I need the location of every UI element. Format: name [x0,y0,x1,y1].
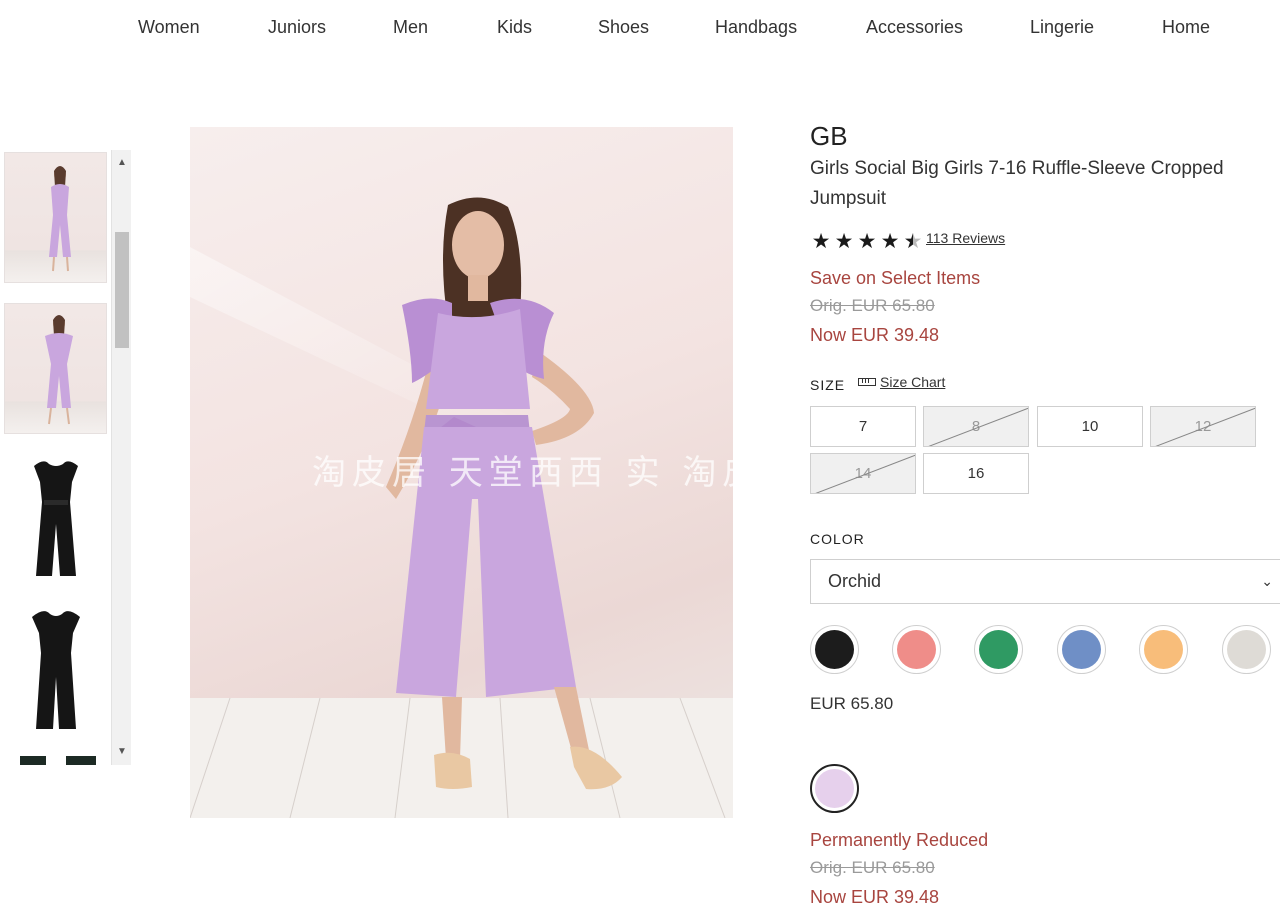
nav-kids[interactable]: Kids [497,17,532,38]
star-full-icon: ★ [880,230,900,253]
scroll-down-icon[interactable]: ▼ [112,743,132,761]
thumbnail-front-view[interactable] [4,152,107,283]
star-full-icon: ★ [857,230,877,253]
size-option-12-unavailable[interactable]: 12 [1150,406,1256,447]
size-chart-link[interactable]: Size Chart [858,374,945,390]
swatch-fill [979,630,1018,669]
swatch-fill [1227,630,1266,669]
product-brand[interactable]: GB [810,121,848,152]
product-title: Girls Social Big Girls 7-16 Ruffle-Sleev… [810,158,1224,209]
nav-men[interactable]: Men [393,17,428,38]
color-swatch-orchid-selected[interactable] [810,764,859,813]
promo-text: Save on Select Items [810,268,981,288]
thumbnail-rail [0,150,110,765]
thumbnail-scrollbar[interactable]: ▲ ▼ [111,150,131,765]
scroll-up-icon[interactable]: ▲ [112,154,132,172]
star-full-icon: ★ [811,230,831,253]
color-select-value: Orchid [828,571,882,591]
color-swatch-light-gray[interactable] [1222,625,1271,674]
thumbnail-black-back[interactable] [4,605,107,736]
color-swatch-coral[interactable] [892,625,941,674]
nav-shoes[interactable]: Shoes [598,17,649,38]
size-option-14-unavailable[interactable]: 14 [810,453,916,494]
ruler-icon [858,378,876,386]
nav-accessories[interactable]: Accessories [866,17,963,38]
main-product-image[interactable]: 淘皮居 天堂西西 实 淘皮 [190,127,733,818]
scrollbar-thumb[interactable] [115,232,129,348]
rating-stars[interactable]: ★ ★ ★ ★ ★ [810,230,924,254]
chevron-down-icon: ⌄ [1261,573,1273,589]
color-swatch-apricot[interactable] [1139,625,1188,674]
thumbnail-front-pose[interactable] [4,303,107,434]
swatch-fill [815,769,854,808]
reviews-link[interactable]: 113 Reviews [926,230,1005,246]
top-nav: Women Juniors Men Kids Shoes Handbags Ac… [0,0,1280,60]
selected-sale-price: Now EUR 39.48 [810,887,940,907]
original-price: Orig. EUR 65.80 [810,296,935,315]
nav-juniors[interactable]: Juniors [268,17,326,38]
swatch-price: EUR 65.80 [810,694,894,713]
color-swatch-green[interactable] [974,625,1023,674]
star-half-icon: ★ [903,230,923,253]
swatch-fill [897,630,936,669]
thumbnail-next[interactable] [4,756,107,765]
size-option-8-unavailable[interactable]: 8 [923,406,1029,447]
swatch-fill [1062,630,1101,669]
swatch-fill [815,630,854,669]
size-option-10[interactable]: 10 [1037,406,1143,447]
size-option-7[interactable]: 7 [810,406,916,447]
color-select[interactable]: Orchid ⌄ [810,559,1280,604]
size-label: SIZE [810,377,846,393]
size-option-16[interactable]: 16 [923,453,1029,494]
nav-handbags[interactable]: Handbags [715,17,797,38]
color-swatch-black[interactable] [810,625,859,674]
nav-lingerie[interactable]: Lingerie [1030,17,1094,38]
swatch-fill [1144,630,1183,669]
selected-original-price: Orig. EUR 65.80 [810,858,935,877]
thumbnail-black-front[interactable] [4,454,107,585]
nav-home[interactable]: Home [1162,17,1210,38]
color-swatch-blue[interactable] [1057,625,1106,674]
nav-women[interactable]: Women [138,17,200,38]
sale-price: Now EUR 39.48 [810,325,940,345]
color-label: COLOR [810,531,865,547]
star-full-icon: ★ [834,230,854,253]
size-chart-label: Size Chart [880,374,946,390]
permanent-reduction-text: Permanently Reduced [810,830,989,850]
image-watermark: 淘皮居 天堂西西 实 淘皮 [312,453,733,493]
